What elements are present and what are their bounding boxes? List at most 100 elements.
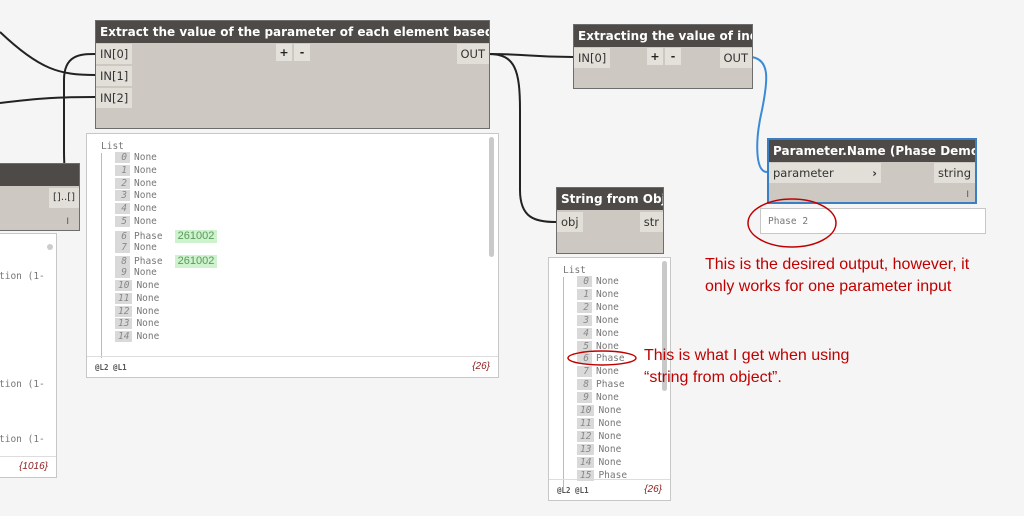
extract-indices-node[interactable]: Extract the value of the parameter of ea…	[95, 20, 490, 129]
preview-value: Phase 2	[768, 216, 809, 227]
output-port-string[interactable]: string	[933, 163, 975, 183]
add-input-button[interactable]: +	[647, 48, 663, 65]
item-count: {1016}	[19, 461, 48, 472]
list-index: 0	[577, 276, 592, 287]
list-item: 3 None	[115, 190, 157, 202]
list-index: 15	[577, 469, 595, 481]
scrollbar[interactable]	[489, 137, 494, 257]
list-item: 0 None	[115, 152, 157, 163]
lacing-indicator: I	[966, 190, 969, 200]
input-port-in0[interactable]: IN[0]	[574, 48, 611, 68]
list-index: 3	[115, 190, 130, 202]
output-port-out[interactable]: OUT	[719, 48, 752, 68]
output-port[interactable]: []..[]	[49, 188, 79, 208]
list-item: 15 Phase	[577, 469, 627, 481]
list-index: 2	[115, 177, 130, 189]
node-title[interactable]: Extract the value of the parameter of ea…	[96, 21, 489, 43]
node-title[interactable]: Extracting the value of index = 6	[574, 25, 752, 47]
list-index: 11	[577, 417, 595, 429]
item-count: {26}	[472, 361, 490, 372]
left-partial-node[interactable]: []..[] I	[0, 163, 80, 231]
list-index: 6	[577, 353, 592, 365]
input-port-obj[interactable]: obj	[557, 212, 583, 232]
list-value: Phase	[596, 353, 625, 365]
annotation-actual-line1: This is what I get when using	[644, 347, 850, 364]
list-index: 13	[115, 318, 133, 330]
list-item: 3 None	[577, 314, 619, 326]
list-item: 13 None	[115, 318, 159, 330]
annotation-desired-line2: only works for one parameter input	[705, 278, 952, 295]
list-index: 10	[577, 405, 595, 416]
input-port-in0[interactable]: IN[0]	[96, 44, 133, 64]
input-port-in1[interactable]: IN[1]	[96, 66, 133, 86]
list-item: 14 None	[115, 331, 159, 343]
list-index: 10	[115, 280, 133, 291]
wire-left-to-in2	[0, 96, 96, 104]
list-item: 2 None	[115, 177, 157, 189]
list-index: 6	[115, 230, 130, 242]
list-value: None	[136, 280, 160, 291]
input-port-in2[interactable]: IN[2]	[96, 88, 133, 108]
list-value: None	[136, 292, 160, 304]
list-value: None	[596, 314, 619, 326]
element-id-badge: 261002	[174, 229, 218, 243]
list-item: 10 None	[577, 405, 621, 416]
list-index: 4	[577, 327, 592, 339]
list-levels: @L2 @L1	[95, 363, 127, 372]
node-title[interactable]: Parameter.Name (Phase Demolished)	[769, 140, 975, 162]
list-item: 11 None	[577, 417, 622, 429]
list-item: 9 None	[115, 267, 157, 279]
list-value: None	[598, 417, 622, 429]
remove-input-button[interactable]: -	[665, 48, 681, 65]
list-header: List	[563, 265, 586, 276]
list-value: None	[596, 366, 619, 378]
parameter-name-node[interactable]: Parameter.Name (Phase Demolished) parame…	[767, 138, 977, 204]
list-item: 4 None	[115, 203, 157, 215]
list-index: 14	[115, 331, 133, 343]
list-value: None	[136, 305, 160, 317]
list-item: 2 None	[577, 301, 619, 313]
chevron-right-icon: ›	[872, 166, 877, 180]
output-port-str[interactable]: str	[639, 212, 663, 232]
list-index: 7	[115, 241, 130, 253]
extract-index6-node[interactable]: Extracting the value of index = 6 IN[0] …	[573, 24, 753, 89]
list-tree-line	[101, 153, 102, 358]
list-index: 4	[115, 203, 130, 215]
string-from-object-node[interactable]: String from Object obj str	[556, 187, 664, 254]
remove-input-button[interactable]: -	[294, 44, 310, 61]
node-header[interactable]	[0, 164, 79, 186]
preview-line: tion (1-	[0, 271, 45, 282]
list-levels: @L2 @L1	[557, 486, 589, 495]
list-value: None	[596, 301, 619, 313]
list-value: None	[134, 152, 157, 163]
list-tree-line	[563, 277, 564, 487]
list-value: None	[134, 241, 157, 253]
list-value: None	[134, 177, 157, 189]
list-item: 7 None	[577, 366, 619, 378]
list-item: 13 None	[577, 443, 622, 455]
list-value: None	[598, 443, 622, 455]
list-item: 6 Phase 261002	[115, 229, 218, 243]
input-port-parameter[interactable]: parameter ›	[769, 163, 881, 183]
wire-index6-to-parameter-name	[751, 56, 768, 173]
output-port-out[interactable]: OUT	[456, 44, 489, 64]
list-index: 7	[577, 366, 592, 378]
list-index: 12	[115, 305, 133, 317]
lacing-indicator: I	[66, 217, 69, 227]
list-item: 14 None	[577, 456, 621, 468]
list-value: Phase	[596, 379, 625, 391]
list-item: 12 None	[577, 430, 621, 442]
node-title[interactable]: String from Object	[557, 188, 663, 210]
list-index: 14	[577, 456, 595, 468]
list-value: None	[596, 392, 619, 404]
add-input-button[interactable]: +	[276, 44, 292, 61]
wire-top-left-to-in1	[0, 31, 96, 76]
scroll-dot[interactable]	[47, 244, 53, 250]
list-item: 4 None	[577, 327, 619, 339]
list-item: 7 None	[115, 241, 157, 253]
list-item: 0 None	[577, 276, 619, 287]
list-index: 5	[577, 340, 592, 352]
list-index: 9	[577, 392, 592, 404]
list-index: 1	[577, 288, 592, 300]
wire-out-to-string-from-object	[488, 53, 557, 223]
